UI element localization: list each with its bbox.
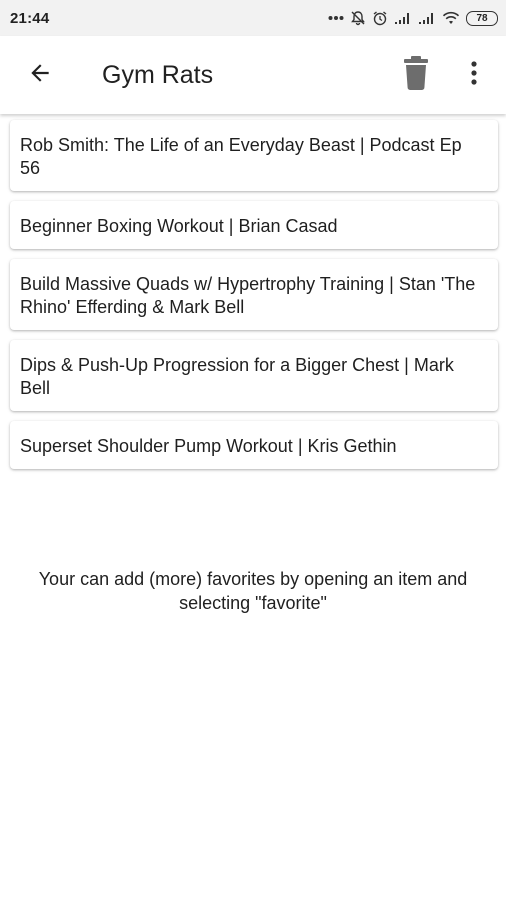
status-time: 21:44: [10, 9, 50, 27]
trash-icon: [402, 55, 430, 96]
battery-icon: 78: [466, 10, 498, 26]
overflow-menu-button[interactable]: [462, 53, 486, 97]
list-item-title: Beginner Boxing Workout | Brian Casad: [20, 216, 338, 236]
more-dots-icon: [328, 15, 344, 21]
list-item[interactable]: Superset Shoulder Pump Workout | Kris Ge…: [10, 421, 498, 469]
more-vert-icon: [471, 60, 477, 90]
list-item-title: Superset Shoulder Pump Workout | Kris Ge…: [20, 436, 397, 456]
list-item[interactable]: Beginner Boxing Workout | Brian Casad: [10, 201, 498, 249]
back-button[interactable]: [20, 55, 60, 95]
list-item-title: Rob Smith: The Life of an Everyday Beast…: [20, 135, 462, 178]
page-title: Gym Rats: [102, 60, 214, 89]
list-item[interactable]: Rob Smith: The Life of an Everyday Beast…: [10, 120, 498, 191]
favorites-hint: Your can add (more) favorites by opening…: [38, 569, 468, 613]
list-item[interactable]: Build Massive Quads w/ Hypertrophy Train…: [10, 259, 498, 330]
notifications-muted-icon: [350, 10, 366, 26]
status-icons: 78: [328, 10, 498, 26]
list-item[interactable]: Dips & Push-Up Progression for a Bigger …: [10, 340, 498, 411]
signal-icon: [418, 11, 436, 25]
screen: 21:44 78 Gym Rats Rob Smith: The Life of…: [0, 0, 506, 900]
delete-button[interactable]: [396, 53, 436, 97]
wifi-icon: [442, 11, 460, 25]
signal-icon: [394, 11, 412, 25]
status-bar: 21:44 78: [0, 0, 506, 36]
favorites-list: Rob Smith: The Life of an Everyday Beast…: [10, 120, 498, 469]
alarm-icon: [372, 10, 388, 26]
arrow-left-icon: [27, 60, 53, 91]
list-item-title: Build Massive Quads w/ Hypertrophy Train…: [20, 274, 476, 317]
list-item-title: Dips & Push-Up Progression for a Bigger …: [20, 355, 454, 398]
app-bar: Gym Rats: [0, 36, 506, 114]
